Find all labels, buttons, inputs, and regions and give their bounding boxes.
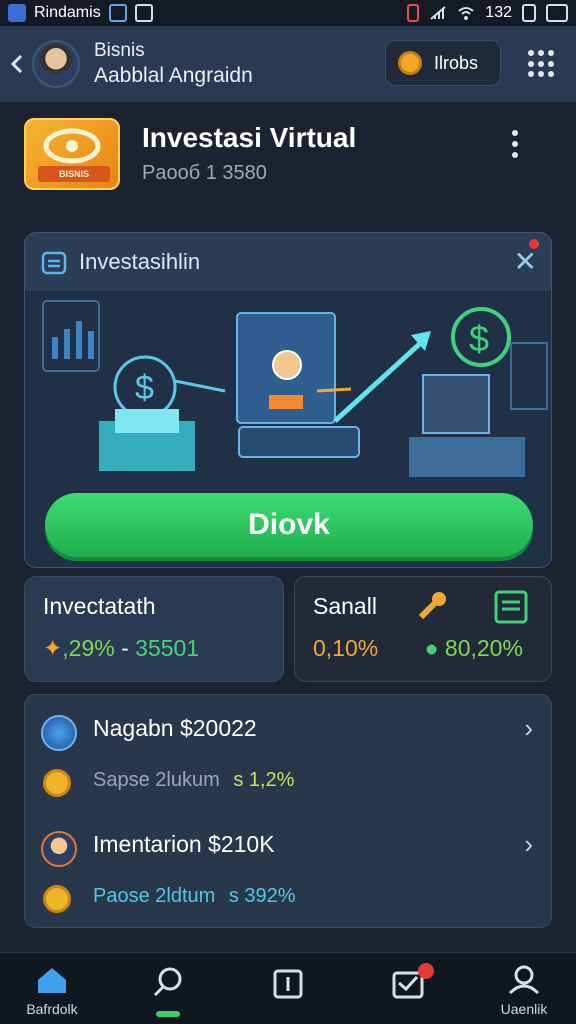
globe-icon — [41, 715, 77, 751]
notification-icon — [108, 4, 127, 22]
stat-card-left[interactable]: Invectatath ✦,29% - 35501 — [24, 576, 284, 682]
app-title: Investasi Virtual — [142, 122, 357, 153]
signal-icon — [430, 6, 446, 20]
list-item-sub: Paose 2ldtum — [93, 885, 216, 907]
list-item-pct: 1,2% — [248, 769, 295, 791]
promo-card: Investasihlin ✕ $ $ Diovk — [24, 232, 552, 568]
app-subtitle: Paooб 1 3580 — [142, 162, 267, 184]
window-icon — [546, 4, 568, 22]
stat-value-b: 35501 — [135, 635, 200, 661]
tools-icon — [418, 592, 446, 620]
clipboard-icon — [273, 969, 303, 999]
inbox-badge — [418, 963, 434, 979]
promo-title: Investasihlin — [79, 249, 201, 274]
app-badge-icon — [8, 4, 26, 22]
stat-title: Sanall — [313, 593, 377, 619]
back-icon[interactable] — [10, 53, 24, 75]
svg-text:$: $ — [135, 369, 154, 407]
coin-icon — [43, 885, 71, 913]
list-item-name: Imentarion $210K — [93, 831, 275, 857]
nav-profile[interactable]: Uaenlik — [476, 953, 572, 1024]
investment-list: Nagabn $20022 › Sapse 2lukum s 1,2% Imen… — [24, 694, 552, 928]
nav-home[interactable]: Bafrdolk — [4, 953, 100, 1024]
logo-tag: BISNIS — [38, 166, 110, 182]
stat-title: Invectatath — [43, 593, 156, 619]
promo-cta-button[interactable]: Diovk — [45, 493, 533, 557]
coins-button[interactable]: Ilrobs — [385, 40, 501, 86]
profile-icon — [508, 965, 540, 995]
message-icon — [134, 4, 153, 22]
coins-button-label: Ilrobs — [434, 52, 479, 73]
list-item[interactable]: Nagabn $20022 › Sapse 2lukum s 1,2% — [25, 695, 553, 811]
nav-home-label: Bafrdolk — [26, 1001, 78, 1017]
app-logo: BISNIS — [24, 118, 120, 190]
list-item-pct: 392% — [244, 885, 296, 907]
stat-value-a: 0,10% — [313, 635, 379, 661]
status-app-name: Rindamis — [34, 4, 101, 21]
app-info: BISNIS Investasi Virtual Paooб 1 3580 — [24, 118, 552, 194]
grid-icon[interactable] — [528, 50, 554, 78]
status-time: 132 — [485, 4, 512, 21]
stat-value-b: 80,20% — [444, 635, 523, 661]
person-avatar-icon — [41, 831, 77, 867]
profile-name-line2: Aabblal Angraidn — [94, 63, 253, 87]
nav-search[interactable] — [120, 953, 216, 1024]
coin-icon — [398, 51, 422, 75]
wifi-icon — [458, 7, 474, 20]
close-icon[interactable]: ✕ — [514, 245, 537, 278]
chevron-right-icon[interactable]: › — [524, 713, 533, 744]
avatar[interactable] — [32, 40, 80, 88]
list-item-name: Nagabn $20022 — [93, 715, 257, 741]
nav-profile-label: Uaenlik — [500, 1001, 548, 1017]
search-icon — [153, 967, 182, 997]
nav-clipboard[interactable] — [240, 953, 336, 1024]
stat-separator: - — [114, 635, 136, 661]
list-item-pct-prefix: s — [228, 885, 239, 907]
home-icon — [38, 968, 66, 993]
list-item-sub: Sapse 2lukum — [93, 769, 220, 791]
bottom-nav: Bafrdolk Uaenlik — [0, 952, 576, 1024]
list-item[interactable]: Imentarion $210K › Paose 2ldtum s 392% — [25, 811, 553, 927]
battery-icon — [522, 4, 536, 22]
battery-alert-icon — [407, 4, 420, 22]
growth-icon: ✦ — [43, 635, 63, 661]
svg-text:$: $ — [469, 318, 489, 359]
coin-icon — [43, 769, 71, 797]
stat-value-a: ,29% — [62, 635, 115, 661]
ledger-icon — [494, 590, 528, 624]
list-item-pct-prefix: s — [233, 769, 244, 791]
profile-name-line1: Bisnis — [94, 40, 145, 61]
person-icon: ● — [424, 635, 439, 661]
status-bar: Rindamis 132 — [0, 0, 576, 26]
active-indicator — [156, 1011, 180, 1017]
nav-inbox[interactable] — [360, 953, 456, 1024]
profile-header: Bisnis Aabblal Angraidn Ilrobs — [0, 26, 576, 102]
calendar-icon — [41, 251, 67, 275]
stat-card-right[interactable]: Sanall 0,10% ● 80,20% — [294, 576, 552, 682]
notification-dot — [529, 239, 539, 249]
chevron-right-icon[interactable]: › — [524, 829, 533, 860]
more-options-icon[interactable] — [512, 130, 522, 158]
